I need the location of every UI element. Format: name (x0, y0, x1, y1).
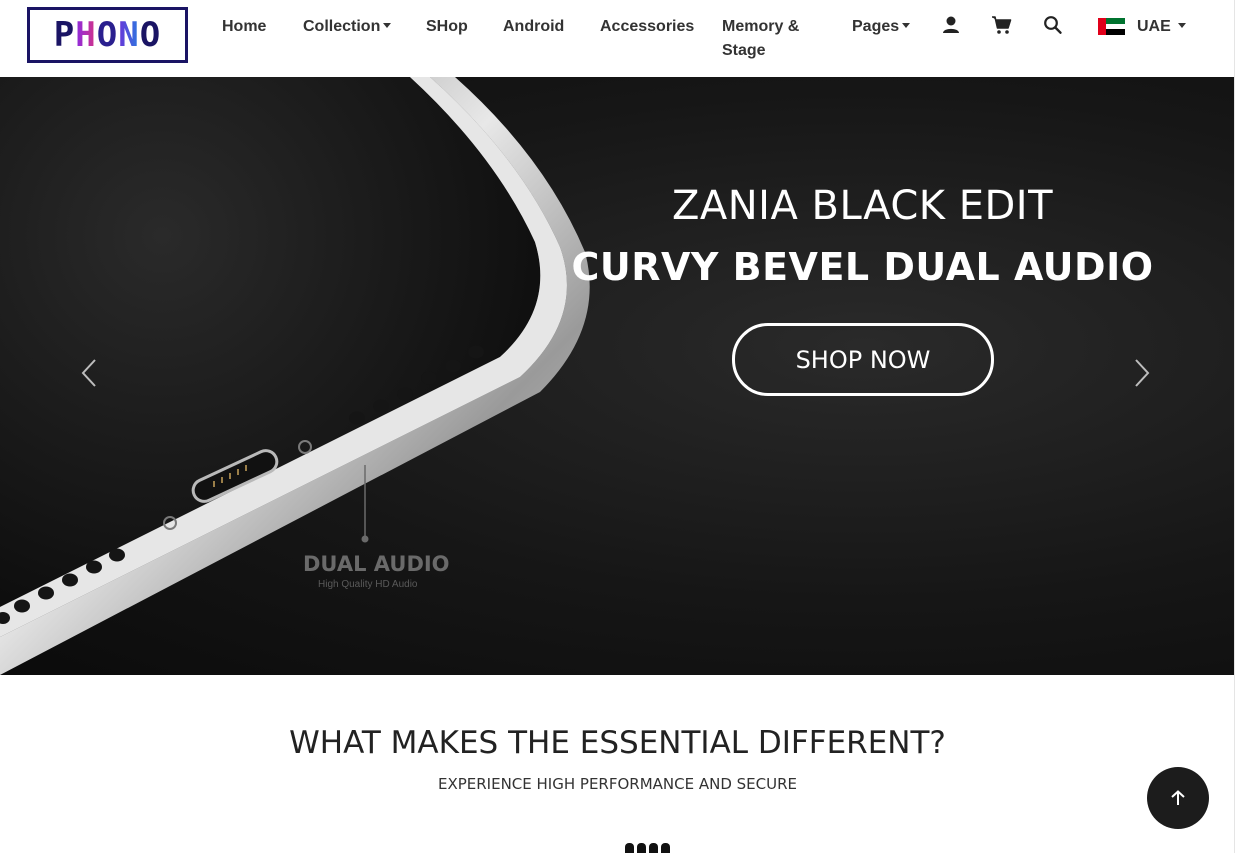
nav-accessories[interactable]: Accessories (600, 15, 694, 39)
hero-slider: DUAL AUDIO High Quality HD Audio ZANIA B… (0, 77, 1235, 675)
user-icon[interactable] (941, 14, 961, 36)
arrow-up-icon (1171, 790, 1185, 805)
nav-memory-stage[interactable]: Memory & Stage (722, 15, 818, 63)
nav-pages[interactable]: Pages (852, 15, 911, 39)
nav-home[interactable]: Home (222, 15, 266, 39)
shop-now-button[interactable]: SHOP NOW (732, 323, 994, 396)
site-header: PHONO Home Collection SHop Android Acces… (0, 0, 1235, 77)
country-selector[interactable]: UAE (1137, 15, 1186, 39)
uae-flag-icon[interactable] (1098, 18, 1125, 36)
section-subtitle: EXPERIENCE HIGH PERFORMANCE AND SECURE (437, 775, 797, 793)
cart-icon[interactable] (991, 14, 1013, 36)
nav-collection[interactable]: Collection (303, 15, 392, 39)
nav-android[interactable]: Android (503, 15, 564, 39)
chevron-left-icon[interactable] (78, 357, 102, 389)
section-title: WHAT MAKES THE ESSENTIAL DIFFERENT? (289, 725, 946, 761)
caret-down-icon (383, 22, 392, 28)
hero-subtitle: CURVY BEVEL DUAL AUDIO (571, 245, 1154, 289)
loading-indicator (625, 843, 670, 853)
hero-title: ZANIA BLACK EDIT (671, 183, 1054, 229)
scroll-to-top-button[interactable] (1147, 767, 1209, 829)
image-callout-sublabel: High Quality HD Audio (318, 579, 418, 590)
chevron-right-icon[interactable] (1130, 357, 1154, 389)
search-icon[interactable] (1043, 14, 1063, 36)
brand-logo[interactable]: PHONO (27, 7, 188, 63)
caret-down-icon (902, 22, 911, 28)
caret-down-icon (1177, 22, 1186, 28)
nav-shop[interactable]: SHop (426, 15, 468, 39)
image-callout-label: DUAL AUDIO (303, 552, 450, 576)
